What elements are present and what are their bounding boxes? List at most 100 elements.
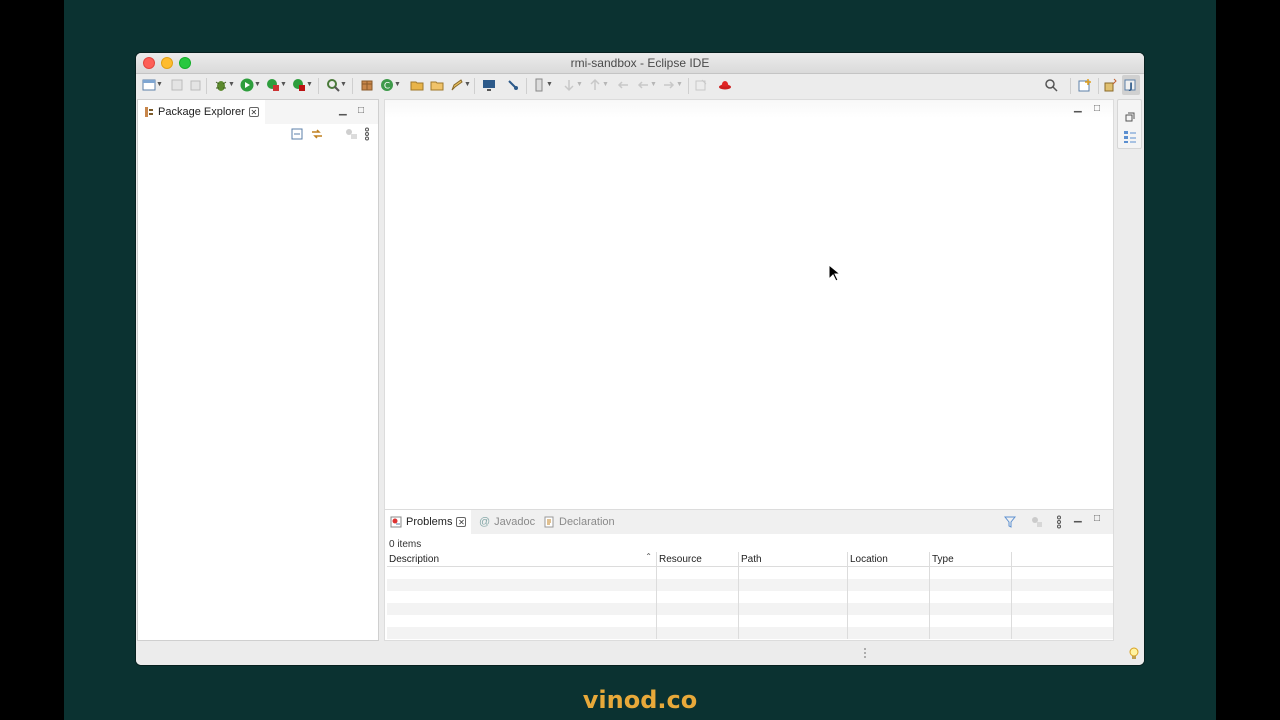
status-drag-handle-icon[interactable] bbox=[863, 647, 867, 661]
close-window-button[interactable] bbox=[143, 57, 155, 69]
annotation-button[interactable]: ▼ bbox=[532, 77, 553, 93]
link-with-editor-icon[interactable] bbox=[310, 127, 324, 141]
editor-area[interactable]: ▁ □ bbox=[384, 99, 1114, 557]
link-icon bbox=[508, 80, 518, 90]
java-perspective-button[interactable]: J bbox=[1122, 75, 1140, 95]
chevron-down-icon[interactable]: ▼ bbox=[280, 78, 287, 92]
maximize-icon[interactable]: □ bbox=[1094, 513, 1100, 524]
toolbar-separator bbox=[352, 78, 353, 94]
column-type[interactable]: Type bbox=[929, 552, 1012, 567]
chevron-down-icon[interactable]: ▼ bbox=[254, 78, 261, 92]
open-type-button[interactable] bbox=[410, 77, 424, 93]
collapse-all-icon[interactable] bbox=[290, 127, 304, 141]
outline-icon[interactable] bbox=[1123, 130, 1137, 144]
next-annotation-icon bbox=[564, 80, 574, 92]
view-menu-icon[interactable] bbox=[1056, 515, 1062, 529]
back-button[interactable]: ▼ bbox=[636, 77, 657, 93]
chevron-down-icon[interactable]: ▼ bbox=[464, 78, 471, 92]
restore-icon[interactable] bbox=[1125, 112, 1135, 122]
new-button[interactable]: ▼ bbox=[142, 77, 163, 93]
maximize-icon[interactable]: □ bbox=[358, 105, 364, 116]
new-class-button[interactable]: C ▼ bbox=[380, 77, 401, 93]
save-all-button[interactable] bbox=[188, 77, 202, 93]
outline-trim-stack bbox=[1117, 99, 1142, 149]
column-type-label: Type bbox=[932, 553, 954, 565]
external-tools-icon bbox=[293, 79, 305, 91]
search-tools-button[interactable]: ▼ bbox=[326, 77, 347, 93]
column-location[interactable]: Location bbox=[847, 552, 930, 567]
minimize-icon[interactable]: ▁ bbox=[1074, 102, 1082, 113]
lightbulb-icon[interactable] bbox=[1129, 647, 1139, 661]
search-button[interactable] bbox=[1044, 77, 1058, 93]
tab-package-explorer[interactable]: Package Explorer ✕ bbox=[138, 100, 265, 124]
next-annotation-button[interactable]: ▼ bbox=[562, 77, 583, 93]
column-path-label: Path bbox=[741, 553, 762, 565]
column-description[interactable]: Description ⌃ bbox=[387, 552, 657, 567]
minimize-icon[interactable]: ▁ bbox=[339, 105, 347, 116]
coverage-button[interactable]: ▼ bbox=[266, 77, 287, 93]
chevron-down-icon[interactable]: ▼ bbox=[650, 78, 657, 92]
java-perspective-icon: J bbox=[1124, 79, 1136, 92]
arrow-right-icon bbox=[664, 81, 675, 89]
column-path[interactable]: Path bbox=[738, 552, 848, 567]
view-menu-icon[interactable] bbox=[364, 127, 370, 141]
bottom-tab-row: Problems ✕ @ Javadoc Declaration ▁ □ bbox=[385, 510, 1113, 534]
close-icon[interactable]: ✕ bbox=[248, 107, 259, 117]
toolbar-separator bbox=[1070, 78, 1071, 94]
tab-problems[interactable]: Problems ✕ bbox=[385, 510, 472, 534]
search-icon bbox=[1045, 79, 1058, 92]
new-package-button[interactable] bbox=[360, 77, 374, 93]
table-row bbox=[387, 627, 1113, 639]
chevron-down-icon[interactable]: ▼ bbox=[340, 78, 347, 92]
table-row bbox=[387, 615, 1113, 627]
toolbar-separator bbox=[318, 78, 319, 94]
toolbar-separator bbox=[206, 78, 207, 94]
focus-icon[interactable] bbox=[1031, 516, 1043, 528]
external-tools-button[interactable]: ▼ bbox=[292, 77, 313, 93]
pin-editor-button[interactable] bbox=[694, 77, 708, 93]
open-type-icon bbox=[410, 81, 424, 91]
red-hat-icon bbox=[719, 81, 731, 90]
column-description-label: Description bbox=[389, 553, 440, 565]
tab-javadoc[interactable]: @ Javadoc bbox=[479, 510, 535, 534]
chevron-down-icon[interactable]: ▼ bbox=[156, 78, 163, 92]
java-ee-perspective-button[interactable] bbox=[1104, 77, 1118, 93]
open-task-button[interactable]: ▼ bbox=[450, 77, 471, 93]
mouse-cursor-icon bbox=[828, 264, 840, 282]
save-button[interactable] bbox=[170, 77, 184, 93]
link-button[interactable] bbox=[506, 77, 520, 93]
monitor-icon bbox=[483, 80, 495, 91]
title-bar: rmi-sandbox - Eclipse IDE bbox=[136, 53, 1144, 74]
chevron-down-icon[interactable]: ▼ bbox=[394, 78, 401, 92]
red-hat-button[interactable] bbox=[718, 77, 732, 93]
debug-button[interactable]: ▼ bbox=[214, 77, 235, 93]
chevron-down-icon[interactable]: ▼ bbox=[228, 78, 235, 92]
terminal-button[interactable] bbox=[482, 77, 496, 93]
coverage-icon bbox=[267, 79, 279, 91]
chevron-down-icon[interactable]: ▼ bbox=[602, 78, 609, 92]
run-button[interactable]: ▼ bbox=[240, 77, 261, 93]
chevron-down-icon[interactable]: ▼ bbox=[306, 78, 313, 92]
problems-panel: Problems ✕ @ Javadoc Declaration ▁ □ 0 i… bbox=[384, 509, 1114, 641]
chevron-down-icon[interactable]: ▼ bbox=[546, 78, 553, 92]
eclipse-window: rmi-sandbox - Eclipse IDE ▼ ▼ ▼ ▼ ▼ ▼ C … bbox=[136, 53, 1144, 665]
close-icon[interactable]: ✕ bbox=[456, 517, 467, 527]
column-resource[interactable]: Resource bbox=[656, 552, 739, 567]
focus-icon[interactable] bbox=[344, 127, 358, 141]
last-edit-button[interactable] bbox=[616, 77, 630, 93]
minimize-icon[interactable]: ▁ bbox=[1074, 512, 1082, 523]
forward-button[interactable]: ▼ bbox=[662, 77, 683, 93]
open-perspective-button[interactable] bbox=[1078, 77, 1092, 93]
minimize-window-button[interactable] bbox=[161, 57, 173, 69]
filter-icon[interactable] bbox=[1004, 516, 1016, 528]
maximize-window-button[interactable] bbox=[179, 57, 191, 69]
tab-declaration[interactable]: Declaration bbox=[543, 510, 615, 534]
bug-icon bbox=[215, 81, 227, 91]
chevron-down-icon[interactable]: ▼ bbox=[676, 78, 683, 92]
problems-table: Description ⌃ Resource Path Location Type bbox=[387, 552, 1113, 639]
open-resource-button[interactable] bbox=[430, 77, 444, 93]
previous-annotation-button[interactable]: ▼ bbox=[588, 77, 609, 93]
problems-item-count: 0 items bbox=[389, 539, 422, 550]
maximize-icon[interactable]: □ bbox=[1094, 103, 1100, 114]
chevron-down-icon[interactable]: ▼ bbox=[576, 78, 583, 92]
